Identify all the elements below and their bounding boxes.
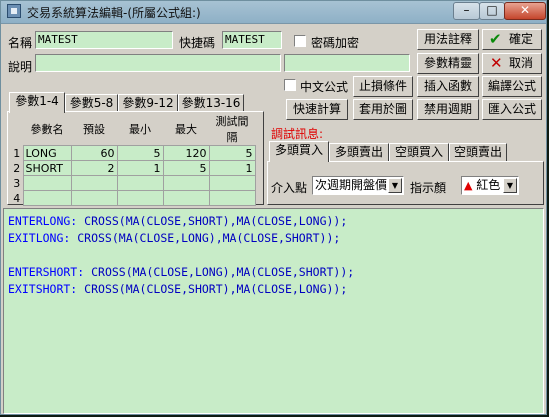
param-row: 3 (11, 175, 256, 191)
chinese-formula-label: 中文公式 (300, 80, 349, 94)
stop-loss-button[interactable]: 止損條件 (353, 76, 413, 97)
password-label: 密碼加密 (311, 36, 360, 50)
code-line: ENTERSHORT: CROSS(MA(CLOSE,LONG),MA(CLOS… (8, 265, 355, 279)
param-min-cell[interactable] (116, 175, 164, 191)
formula-code-editor[interactable]: ENTERLONG: CROSS(MA(CLOSE,SHORT),MA(CLOS… (3, 208, 544, 414)
shortcut-input[interactable]: MATEST (222, 31, 282, 49)
confirm-label: 確定 (509, 32, 534, 46)
tab-short-sell[interactable]: 空頭賣出 (449, 143, 507, 161)
indicator-color-select[interactable]: ▲ 紅色 ▼ (461, 176, 519, 195)
debug-label: 調試訊息: (271, 127, 324, 141)
name-label: 名稱 (8, 36, 33, 50)
param-wizard-button[interactable]: 參數精靈 (417, 53, 479, 74)
param-max-cell[interactable] (162, 175, 210, 191)
dropdown-arrow-icon[interactable]: ▼ (388, 178, 402, 193)
confirm-button[interactable]: ✔ 確定 (482, 29, 542, 50)
dropdown-arrow-icon[interactable]: ▼ (503, 178, 517, 193)
up-arrow-icon: ▲ (464, 179, 473, 192)
param-min-cell[interactable] (116, 190, 164, 206)
param-row: 1 LONG 60 5 120 5 (11, 145, 256, 161)
header-max: 最大 (175, 123, 197, 136)
entry-point-value: 次週期開盤價 (315, 178, 388, 192)
minimize-button[interactable]: – (453, 2, 480, 20)
param-name-cell[interactable]: SHORT (22, 160, 72, 176)
tab-long-sell[interactable]: 多頭賣出 (329, 143, 389, 161)
app-icon (7, 4, 21, 18)
param-default-cell[interactable]: 2 (70, 160, 118, 176)
code-line: EXITSHORT: CROSS(MA(CLOSE,SHORT),MA(CLOS… (8, 282, 348, 296)
cancel-label: 取消 (509, 56, 534, 70)
name-input[interactable]: MATEST (35, 31, 173, 49)
param-default-cell[interactable] (70, 175, 118, 191)
close-button[interactable]: ✕ (504, 2, 546, 20)
entry-label: 介入點 (271, 181, 308, 195)
maximize-button[interactable]: □ (479, 2, 505, 20)
param-row: 2 SHORT 2 1 5 1 (11, 160, 256, 176)
title-bar[interactable]: 交易系統算法編輯-(所屬公式組:) – □ ✕ (1, 1, 546, 24)
header-default: 預設 (83, 123, 105, 136)
desc-input[interactable] (35, 54, 281, 72)
checkmark-icon: ✔ (489, 30, 502, 48)
desc-label: 說明 (8, 60, 33, 74)
desc-input-extra[interactable] (284, 54, 410, 72)
param-step-cell[interactable] (208, 190, 256, 206)
shortcut-label: 快捷碼 (179, 36, 216, 50)
row-number: 3 (13, 176, 21, 190)
param-row: 4 (11, 190, 256, 206)
password-checkbox[interactable] (294, 35, 306, 47)
apply-to-chart-button[interactable]: 套用於圖 (353, 99, 413, 120)
param-step-cell[interactable] (208, 175, 256, 191)
row-number: 1 (13, 146, 21, 160)
window-title: 交易系統算法編輯-(所屬公式組:) (27, 6, 201, 20)
param-step-cell[interactable]: 1 (208, 160, 256, 176)
formula-editor-window: 交易系統算法編輯-(所屬公式組:) – □ ✕ 名稱 MATEST 快捷碼 MA… (0, 0, 547, 415)
code-line: ENTERLONG: CROSS(MA(CLOSE,SHORT),MA(CLOS… (8, 214, 348, 228)
cancel-button[interactable]: ✕ 取消 (482, 53, 542, 74)
code-line: EXITLONG: CROSS(MA(CLOSE,LONG),MA(CLOSE,… (8, 231, 341, 245)
param-max-cell[interactable]: 5 (162, 160, 210, 176)
param-name-cell[interactable]: LONG (22, 145, 72, 161)
params-table: 參數名 預設 最小 最大 測試間隔 1 LONG 60 5 120 5 2 SH… (11, 113, 256, 206)
param-name-cell[interactable] (22, 190, 72, 206)
param-default-cell[interactable]: 60 (70, 145, 118, 161)
header-min: 最小 (129, 123, 151, 136)
tab-params-5-8[interactable]: 參數5-8 (65, 94, 118, 112)
disable-period-button[interactable]: 禁用週期 (417, 99, 479, 120)
param-min-cell[interactable]: 5 (116, 145, 164, 161)
row-number: 2 (13, 161, 21, 175)
tab-params-1-4[interactable]: 參數1-4 (9, 92, 65, 113)
tab-params-9-12[interactable]: 參數9-12 (118, 94, 178, 112)
indicator-color-label: 指示顏 (410, 181, 447, 195)
param-name-cell[interactable] (22, 175, 72, 191)
param-step-cell[interactable]: 5 (208, 145, 256, 161)
param-max-cell[interactable] (162, 190, 210, 206)
tab-long-buy[interactable]: 多頭買入 (269, 141, 329, 162)
param-default-cell[interactable] (70, 190, 118, 206)
header-step: 測試間隔 (215, 115, 249, 144)
tab-params-13-16[interactable]: 參數13-16 (178, 94, 244, 112)
tab-short-buy[interactable]: 空頭買入 (389, 143, 449, 161)
param-min-cell[interactable]: 1 (116, 160, 164, 176)
param-max-cell[interactable]: 120 (162, 145, 210, 161)
cross-icon: ✕ (490, 54, 503, 72)
indicator-color-value: 紅色 (476, 178, 501, 192)
row-number: 4 (13, 191, 21, 205)
import-formula-button[interactable]: 匯入公式 (482, 99, 542, 120)
compile-button[interactable]: 編譯公式 (482, 76, 542, 97)
entry-point-select[interactable]: 次週期開盤價 ▼ (312, 176, 404, 195)
chinese-formula-checkbox[interactable] (284, 79, 296, 91)
usage-notes-button[interactable]: 用法註釋 (417, 29, 479, 50)
insert-function-button[interactable]: 插入函數 (417, 76, 479, 97)
quick-calc-button[interactable]: 快速計算 (286, 99, 348, 120)
header-param-name: 參數名 (30, 123, 64, 136)
